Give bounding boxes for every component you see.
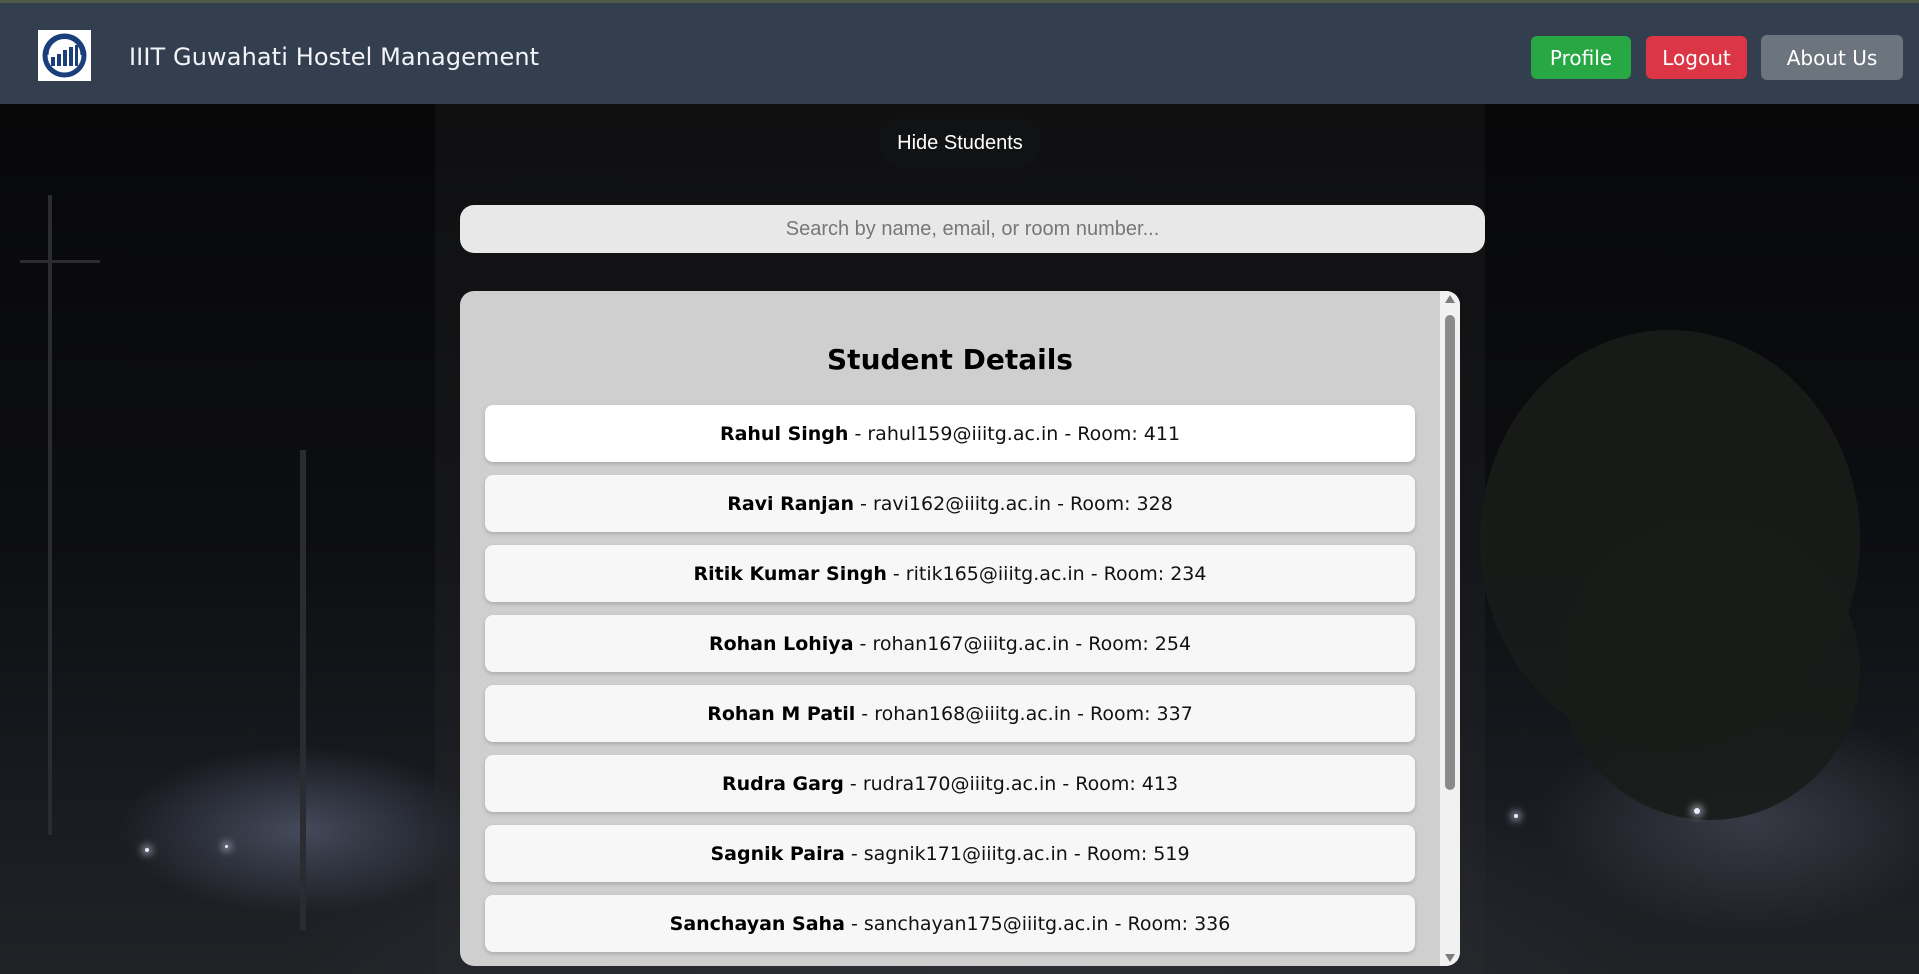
student-email: ravi162@iiitg.ac.in: [872, 492, 1052, 515]
student-room-number: 336: [1194, 912, 1231, 935]
student-name: Sanchayan Saha: [669, 912, 845, 935]
about-us-button[interactable]: About Us: [1761, 35, 1903, 80]
student-row[interactable]: Ravi Ranjan - ravi162@iiitg.ac.in - Room…: [485, 475, 1415, 532]
student-room-number: 328: [1136, 492, 1173, 515]
student-name: Rohan Lohiya: [708, 632, 854, 655]
background-light: [1694, 808, 1700, 814]
student-room-number: 411: [1143, 422, 1181, 445]
student-email: ritik165@iiitg.ac.in: [905, 562, 1085, 585]
separator: -: [1108, 912, 1128, 935]
panel-title: Student Details: [827, 343, 1073, 376]
student-row[interactable]: Rohan Lohiya - rohan167@iiitg.ac.in - Ro…: [485, 615, 1415, 672]
student-email: sagnik171@iiitg.ac.in: [863, 842, 1068, 865]
separator: -: [1067, 842, 1087, 865]
separator: -: [844, 912, 864, 935]
room-label: Room:: [1103, 562, 1171, 585]
background-light: [225, 845, 228, 848]
student-row[interactable]: Rudra Garg - rudra170@iiitg.ac.in - Room…: [485, 755, 1415, 812]
separator: -: [1056, 772, 1076, 795]
separator: -: [1071, 702, 1090, 725]
separator: -: [843, 772, 863, 795]
college-logo-icon: [38, 30, 91, 81]
student-name: Sagnik Paira: [710, 842, 845, 865]
student-email: rudra170@iiitg.ac.in: [862, 772, 1057, 795]
separator: -: [1051, 492, 1070, 515]
separator: -: [1069, 632, 1089, 655]
student-email: rohan167@iiitg.ac.in: [872, 632, 1070, 655]
student-name: Rahul Singh: [719, 422, 849, 445]
student-row[interactable]: Ritik Kumar Singh - ritik165@iiitg.ac.in…: [485, 545, 1415, 602]
room-label: Room:: [1077, 422, 1144, 445]
top-navbar: IIIT Guwahati Hostel Management Profile …: [0, 0, 1919, 104]
separator: -: [1058, 422, 1078, 445]
student-email: rahul159@iiitg.ac.in: [867, 422, 1059, 445]
scroll-thumb[interactable]: [1445, 315, 1455, 790]
student-email: sanchayan175@iiitg.ac.in: [863, 912, 1109, 935]
student-row[interactable]: Rahul Singh - rahul159@iiitg.ac.in - Roo…: [485, 405, 1415, 462]
student-row[interactable]: Rohan M Patil - rohan168@iiitg.ac.in - R…: [485, 685, 1415, 742]
student-name: Ravi Ranjan: [727, 492, 855, 515]
student-search-input[interactable]: [460, 205, 1485, 253]
separator: -: [1084, 562, 1104, 585]
student-room-number: 337: [1156, 702, 1193, 725]
separator: -: [853, 632, 873, 655]
background-tree: [1560, 520, 1860, 820]
separator: -: [854, 492, 873, 515]
room-label: Room:: [1088, 632, 1155, 655]
background-pole: [48, 195, 52, 835]
student-email: rohan168@iiitg.ac.in: [874, 702, 1072, 725]
student-room-number: 519: [1153, 842, 1190, 865]
separator: -: [844, 842, 864, 865]
panel-scrollbar[interactable]: [1440, 291, 1460, 966]
background-light: [1514, 814, 1518, 818]
scroll-down-arrow-icon[interactable]: [1445, 954, 1455, 962]
room-label: Room:: [1069, 492, 1137, 515]
student-room-number: 234: [1170, 562, 1207, 585]
room-label: Room:: [1089, 702, 1157, 725]
background-pole: [20, 260, 100, 263]
room-label: Room:: [1086, 842, 1154, 865]
student-name: Rudra Garg: [721, 772, 844, 795]
student-list: Rahul Singh - rahul159@iiitg.ac.in - Roo…: [485, 405, 1415, 965]
student-room-number: 413: [1141, 772, 1179, 795]
student-row[interactable]: Sagnik Paira - sagnik171@iiitg.ac.in - R…: [485, 825, 1415, 882]
student-details-panel: Student Details Rahul Singh - rahul159@i…: [460, 291, 1460, 966]
background-light: [145, 848, 149, 852]
student-row[interactable]: Sanchayan Saha - sanchayan175@iiitg.ac.i…: [485, 895, 1415, 952]
room-label: Room:: [1127, 912, 1195, 935]
student-name: Ritik Kumar Singh: [693, 562, 887, 585]
logout-button[interactable]: Logout: [1646, 36, 1747, 79]
student-name: Rohan M Patil: [707, 702, 856, 725]
app-title: IIIT Guwahati Hostel Management: [129, 43, 540, 71]
background-pole: [300, 450, 306, 930]
student-room-number: 254: [1154, 632, 1192, 655]
separator: -: [855, 702, 875, 725]
separator: -: [848, 422, 868, 445]
profile-button[interactable]: Profile: [1531, 36, 1631, 79]
room-label: Room:: [1075, 772, 1142, 795]
scroll-up-arrow-icon[interactable]: [1445, 295, 1455, 303]
hide-students-button[interactable]: Hide Students: [880, 119, 1040, 167]
separator: -: [886, 562, 906, 585]
